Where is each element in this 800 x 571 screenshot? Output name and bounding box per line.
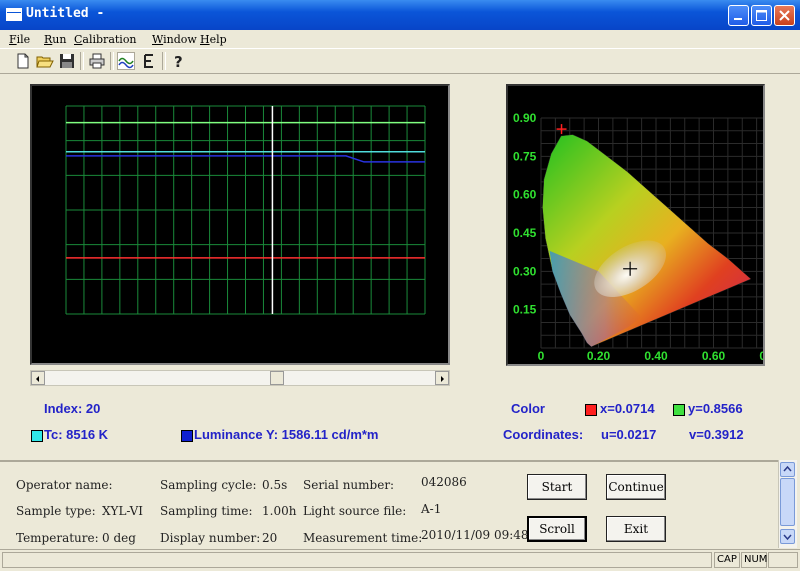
status-extra [768, 552, 798, 568]
maximize-icon [756, 10, 767, 21]
cie-diagram-svg: 0 0.20 0.40 0.60 0.80 0.90 0.75 0.60 0.45 0.30 0.1… [513, 111, 783, 363]
light-source-label: Light source file: [303, 504, 407, 518]
trend-plot-svg [65, 105, 426, 315]
tc-swatch [31, 430, 43, 442]
waveform-icon[interactable] [117, 52, 135, 70]
panel-scrollbar[interactable] [778, 460, 797, 548]
arrow-right-icon [441, 376, 444, 382]
cie-y-tick-label: 0.60 [513, 188, 537, 202]
cie-x-tick-label: 0.80 [759, 349, 763, 363]
cie-y-tick-label: 0.15 [513, 303, 537, 317]
toolbar: ? [0, 48, 800, 74]
u-readout: u=0.0217 [601, 427, 657, 442]
window-title: Untitled - [26, 6, 105, 21]
cie-diagram: 0 0.20 0.40 0.60 0.80 0.90 0.75 0.60 0.45 0.30 0.1… [506, 84, 783, 366]
maximize-button[interactable] [751, 5, 772, 26]
sample-type-value: XYL-VI [102, 504, 144, 518]
v-readout: v=0.3912 [689, 427, 744, 442]
minimize-icon [734, 18, 742, 20]
new-file-icon[interactable] [14, 52, 32, 70]
cie-y-tick-label: 0.45 [513, 226, 537, 240]
luminance-swatch [181, 430, 193, 442]
sampling-cycle-value: 0.5s [262, 478, 288, 492]
sampling-time-value: 1.00h [262, 504, 297, 518]
cie-y-tick-label: 0.75 [513, 149, 537, 163]
cie-x-tick-label: 0.60 [702, 349, 726, 363]
arrow-up-icon [783, 465, 792, 472]
cie-y-tick-label: 0.90 [513, 111, 537, 125]
operator-label: Operator name: [16, 478, 113, 492]
measurement-time-value: 2010/11/09 09:48 [421, 528, 529, 542]
panel-scroll-thumb[interactable] [780, 478, 795, 526]
close-button[interactable] [774, 5, 795, 26]
status-cap: CAP [714, 552, 740, 568]
temperature-value: 0 deg [102, 531, 136, 545]
temperature-label: Temperature: [16, 531, 99, 545]
scroll-thumb[interactable] [270, 371, 285, 385]
scroll-left-button[interactable] [31, 371, 45, 385]
scroll-right-button[interactable] [435, 371, 449, 385]
x-readout: x=0.0714 [600, 401, 655, 416]
parameter-panel: Operator name: Sample type: XYL-VI Tempe… [0, 460, 778, 550]
menu-run[interactable]: Run [44, 33, 66, 46]
cie-y-tick-label: 0.30 [513, 264, 537, 278]
menu-window[interactable]: Window [152, 33, 197, 46]
scroll-button[interactable]: Scroll [527, 516, 587, 542]
minimize-button[interactable] [728, 5, 749, 26]
status-num: NUM [741, 552, 767, 568]
trend-plot [30, 84, 450, 365]
y-readout: y=0.8566 [688, 401, 743, 416]
app-icon [6, 8, 22, 21]
luminance-readout: Luminance Y: 1586.11 cd/m*m [194, 427, 379, 442]
e-icon[interactable] [140, 52, 158, 70]
save-icon[interactable] [58, 52, 76, 70]
menu-calibration[interactable]: Calibration [74, 33, 137, 46]
menu-file[interactable]: File [9, 33, 30, 46]
cie-point-marker [556, 124, 567, 135]
measurement-time-label: Measurement time: [303, 531, 423, 545]
color-label: Color [511, 401, 545, 416]
exit-button[interactable]: Exit [606, 516, 666, 542]
plot-scrollbar[interactable] [30, 370, 450, 386]
help-icon[interactable]: ? [170, 52, 188, 71]
scroll-up-button[interactable] [780, 462, 795, 477]
menu-help[interactable]: Help [200, 33, 227, 46]
coordinates-label: Coordinates: [503, 427, 584, 442]
display-number-value: 20 [262, 531, 278, 545]
light-source-value: A-1 [421, 502, 442, 516]
sampling-time-label: Sampling time: [160, 504, 253, 518]
serial-label: Serial number: [303, 478, 395, 492]
scroll-down-button[interactable] [780, 529, 795, 544]
tc-readout: Tc: 8516 K [44, 427, 109, 442]
x-swatch [585, 404, 597, 416]
arrow-down-icon [783, 534, 792, 541]
arrow-left-icon [36, 376, 39, 382]
close-icon [779, 10, 790, 21]
menu-bar: File Run Calibration Window Help [0, 30, 800, 48]
status-message [2, 552, 712, 568]
continue-button[interactable]: Continue [606, 474, 666, 500]
serial-value: 042086 [421, 475, 467, 489]
index-readout: Index: 20 [44, 401, 101, 416]
print-icon[interactable] [88, 52, 106, 70]
cie-x-tick-label: 0 [538, 349, 545, 363]
cie-x-tick-label: 0.40 [644, 349, 668, 363]
y-swatch [673, 404, 685, 416]
start-button[interactable]: Start [527, 474, 587, 500]
sampling-cycle-label: Sampling cycle: [160, 478, 257, 492]
status-bar: CAP NUM [0, 549, 800, 571]
title-bar: Untitled - [0, 0, 800, 30]
display-number-label: Display number: [160, 531, 261, 545]
sample-type-label: Sample type: [16, 504, 96, 518]
svg-text:?: ? [174, 53, 183, 70]
cie-x-tick-label: 0.20 [587, 349, 611, 363]
open-folder-icon[interactable] [36, 52, 54, 70]
